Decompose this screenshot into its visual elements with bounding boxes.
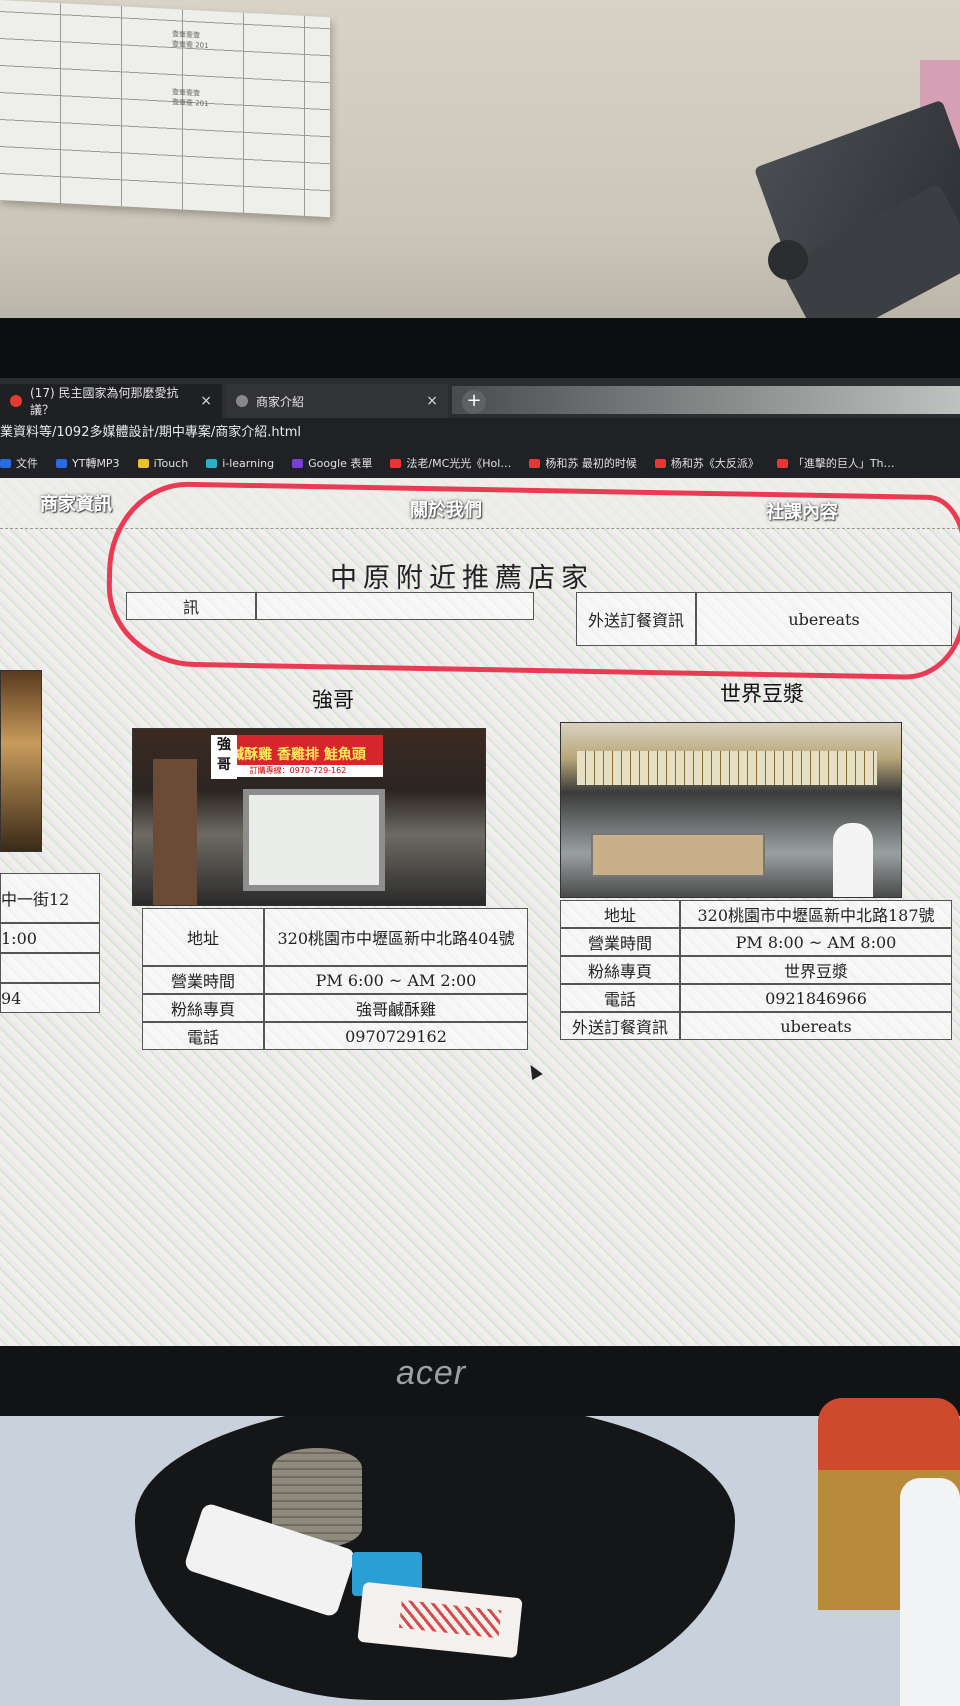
bookmark-item[interactable]: i-learning <box>206 457 274 470</box>
bookmark-item[interactable]: Google 表單 <box>292 455 372 471</box>
youtube-icon <box>529 458 541 468</box>
tab-label: (17) 民主國家為何那麼愛抗議？ <box>30 386 179 417</box>
table-cell-label: 電話 <box>560 984 680 1012</box>
shop-name: 強哥 <box>312 688 354 712</box>
shop-sign-name: 強哥 <box>211 735 237 779</box>
shop-sign-phone: 訂購專線：0970-729-162 <box>213 765 383 777</box>
shop-photo: 鹹酥雞 香雞排 鮭魚頭 訂購專線：0970-729-162 強哥 <box>132 728 486 906</box>
tab-shop-intro[interactable]: 商家介紹 × <box>226 384 448 418</box>
table-cell-label: 營業時間 <box>560 928 680 956</box>
close-icon[interactable]: × <box>426 393 438 409</box>
table-cell-label: 地址 <box>560 900 680 928</box>
monitor-bottom-bezel <box>0 1346 960 1416</box>
red-annotation-circle <box>105 480 960 681</box>
paper-text: 壹壹壹 201 <box>172 98 209 108</box>
bookmark-item[interactable]: YT轉MP3 <box>56 455 120 471</box>
nav-shop-info[interactable]: 商家資訊 <box>40 490 112 516</box>
table-cell-value: 中一街12 <box>0 873 100 923</box>
building-pillar <box>153 759 197 905</box>
table-cell-value: 0921846966 <box>680 984 952 1012</box>
youtube-icon <box>654 458 666 468</box>
youtube-icon <box>10 395 22 407</box>
table-cell-label: 地址 <box>142 908 264 966</box>
page-icon <box>236 395 248 407</box>
youtube-icon <box>390 458 402 468</box>
bookmark-item[interactable]: 「進擊的巨人」Th… <box>776 455 895 471</box>
table-cell-value: PM 6:00 ~ AM 2:00 <box>264 966 528 994</box>
wall-paper-sheet: 壹壹壹壹 壹壹壹 201 壹壹壹壹 壹壹壹 201 <box>0 0 330 218</box>
lamp-joint <box>768 240 808 280</box>
spray-bottle <box>900 1478 960 1706</box>
person <box>833 823 873 897</box>
table-cell-label: 電話 <box>142 1022 264 1050</box>
table-cell-value: 1:00 <box>0 923 100 953</box>
bookmark-item[interactable]: 杨和苏《大反派》 <box>654 455 759 471</box>
table-cell-label: 外送訂餐資訊 <box>560 1012 680 1040</box>
bookmark-item[interactable]: 文件 <box>0 455 38 471</box>
power-icon <box>56 458 67 468</box>
table-cell-label: 粉絲專頁 <box>560 956 680 984</box>
shop-photo <box>560 722 902 898</box>
table-cell-value: 0970729162 <box>264 1022 528 1050</box>
table-cell-value: PM 8:00 ~ AM 8:00 <box>680 928 952 956</box>
bear-icon <box>137 458 149 468</box>
menu-board <box>577 751 877 785</box>
tab-youtube[interactable]: (17) 民主國家為何那麼愛抗議？ × <box>0 384 222 418</box>
bookmark-item[interactable]: iTouch <box>137 457 188 470</box>
table-cell-label: 營業時間 <box>142 966 264 994</box>
shop-name: 世界豆漿 <box>720 682 804 706</box>
table-cell-value: 94 <box>0 983 100 1013</box>
browser-tab-bar: (17) 民主國家為何那麼愛抗議？ × 商家介紹 × + <box>0 378 960 418</box>
window-background <box>452 386 960 414</box>
youtube-icon <box>776 458 788 468</box>
address-bar[interactable]: 業資料等/1092多媒體設計/期中專案/商家介紹.html <box>0 418 960 448</box>
shop-window <box>243 789 385 891</box>
table-cell-value: 320桃園市中壢區新中北路404號 <box>264 908 528 966</box>
shop-photo-partial <box>0 670 42 852</box>
m-icon <box>206 458 218 468</box>
table-cell-value <box>0 953 100 983</box>
tab-label: 商家介紹 <box>256 394 305 409</box>
monitor-brand-logo: acer <box>396 1354 467 1392</box>
paper-text: 壹壹壹 201 <box>172 40 209 50</box>
food-counter <box>591 833 765 877</box>
bookmark-item[interactable]: 杨和苏 最初的时候 <box>529 455 637 471</box>
bookmarks-bar: 文件 YT轉MP3 iTouch i-learning Google 表單 法老… <box>0 448 960 478</box>
forms-icon <box>292 458 304 468</box>
new-tab-button[interactable]: + <box>462 390 486 414</box>
table-cell-label: 粉絲專頁 <box>142 994 264 1022</box>
table-cell-value: 強哥鹹酥雞 <box>264 994 528 1022</box>
table-cell-value: 320桃園市中壢區新中北路187號 <box>680 900 952 928</box>
close-icon[interactable]: × <box>200 393 212 409</box>
doc-icon <box>0 458 11 468</box>
table-cell-value: 世界豆漿 <box>680 956 952 984</box>
bookmark-item[interactable]: 法老/MC光光《Hol… <box>390 455 511 471</box>
table-cell-value: ubereats <box>680 1012 952 1040</box>
monitor-screen: (17) 民主國家為何那麼愛抗議？ × 商家介紹 × + 業資料等/1092多媒… <box>0 378 960 1346</box>
